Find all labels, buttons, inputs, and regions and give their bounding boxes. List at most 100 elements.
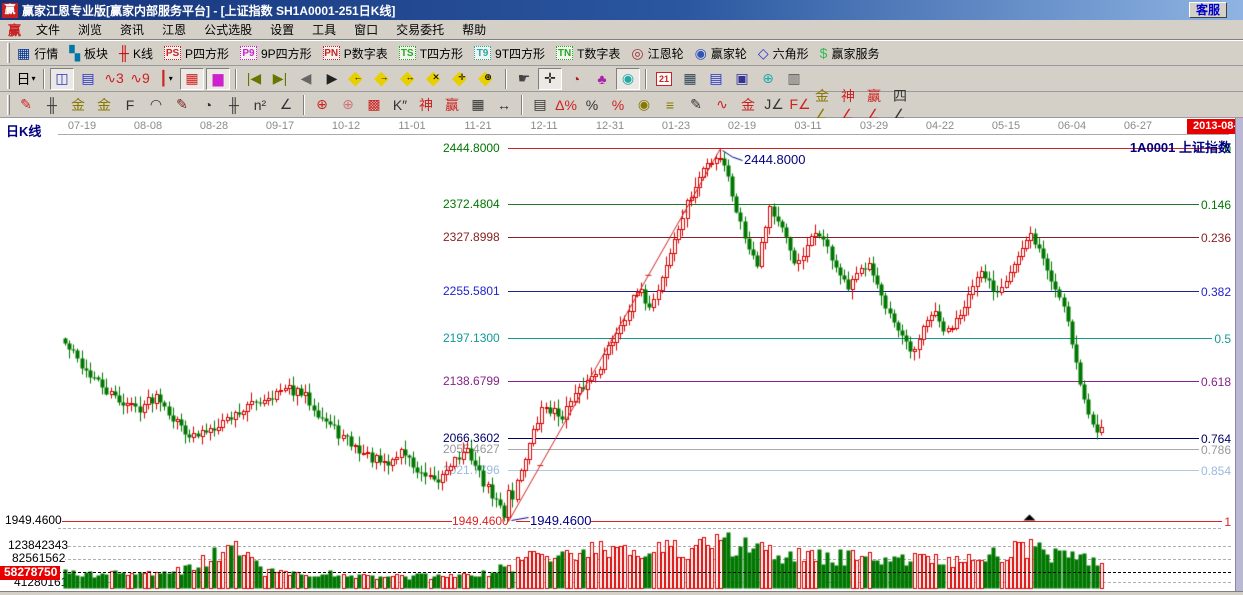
period-day-button[interactable]: 日▾ bbox=[14, 68, 38, 90]
period-day-dropdown-icon[interactable]: ▾ bbox=[31, 74, 35, 83]
last-page-button[interactable]: ▶| bbox=[268, 68, 292, 90]
gann-diamond-right-button[interactable]: ◆→ bbox=[372, 68, 396, 90]
gann-web-1-button[interactable]: ⊕ bbox=[336, 94, 360, 116]
hexagon-button[interactable]: ◇六角形 bbox=[754, 43, 816, 64]
gann-diamond-x-button[interactable]: ◆✕ bbox=[424, 68, 448, 90]
pan-hand-button[interactable]: ☛ bbox=[512, 68, 536, 90]
gold-comb-2-button[interactable]: 金 bbox=[92, 94, 116, 116]
quotes-button[interactable]: ▦行情 bbox=[13, 43, 65, 64]
histogram-button[interactable]: ▆ bbox=[206, 68, 230, 90]
range-arrow-button[interactable]: ↔ bbox=[492, 94, 516, 116]
menu-item-资讯[interactable]: 资讯 bbox=[111, 21, 153, 39]
candlestick-chart[interactable] bbox=[0, 118, 1243, 591]
p-digits-button[interactable]: PNP数字表 bbox=[319, 43, 395, 64]
winner-wheel-button[interactable]: ◉赢家轮 bbox=[691, 43, 754, 64]
k-mark-icon: K″ bbox=[393, 97, 407, 113]
gold-lines-button[interactable]: ≡ bbox=[658, 94, 682, 116]
j-angle-button[interactable]: J∠ bbox=[762, 94, 786, 116]
shen-comb-button[interactable]: 神 bbox=[414, 94, 438, 116]
shen-angle-button[interactable]: 神∠ bbox=[840, 94, 864, 116]
comb-plain-button[interactable]: ╫ bbox=[222, 94, 246, 116]
gann-diamond-cross-button[interactable]: ◆✛ bbox=[450, 68, 474, 90]
gold-lines-icon: ≡ bbox=[666, 97, 674, 113]
t-square-button[interactable]: TST四方形 bbox=[395, 43, 470, 64]
fib-comb-button[interactable]: F bbox=[118, 94, 142, 116]
first-page-button[interactable]: |◀ bbox=[242, 68, 266, 90]
info-panel-button[interactable]: ▤ bbox=[76, 68, 100, 90]
wave-button[interactable]: ∿ bbox=[710, 94, 734, 116]
ink-mark-button[interactable]: ✎ bbox=[684, 94, 708, 116]
menu-item-交易委托[interactable]: 交易委托 bbox=[387, 21, 453, 39]
draw-pen-button[interactable]: ✎ bbox=[14, 94, 38, 116]
save-disk-button[interactable]: ▣ bbox=[730, 68, 754, 90]
gann-diamond-left-button[interactable]: ◆← bbox=[346, 68, 370, 90]
zone-percent-button[interactable]: Δ% bbox=[554, 94, 578, 116]
next-page-button[interactable]: ▶ bbox=[320, 68, 344, 90]
percent-button[interactable]: % bbox=[580, 94, 604, 116]
gann-diamond-left-icon: ◆← bbox=[348, 69, 368, 89]
gold-circle-button[interactable]: ◉ bbox=[632, 94, 656, 116]
menu-item-设置[interactable]: 设置 bbox=[261, 21, 303, 39]
gold-comb-1-button[interactable]: 金 bbox=[66, 94, 90, 116]
chart-window-button[interactable]: ◫ bbox=[50, 68, 74, 90]
gold-red-lines-button[interactable]: 金 bbox=[736, 94, 760, 116]
zoom-button[interactable]: ◔ bbox=[564, 68, 588, 90]
winner-service-button[interactable]: $赢家服务 bbox=[816, 43, 887, 64]
gann-comb-button[interactable]: ╫ bbox=[40, 94, 64, 116]
time-circle-button[interactable]: ◔ bbox=[196, 94, 220, 116]
menu-item-文件[interactable]: 文件 bbox=[27, 21, 69, 39]
gann-web-2-button[interactable]: ▩ bbox=[362, 94, 386, 116]
ma-3-button[interactable]: ∿3 bbox=[102, 68, 126, 90]
menu-item-帮助[interactable]: 帮助 bbox=[453, 21, 495, 39]
sectors-button[interactable]: ▚板块 bbox=[65, 43, 115, 64]
f-angle-button[interactable]: F∠ bbox=[788, 94, 812, 116]
menu-item-公式选股[interactable]: 公式选股 bbox=[195, 21, 261, 39]
gann-diamond-lr-button[interactable]: ◆↔ bbox=[398, 68, 422, 90]
winner-service-icon: $ bbox=[820, 45, 828, 61]
gann-wheel-button[interactable]: ◎江恩轮 bbox=[627, 43, 690, 64]
menu-item-工具[interactable]: 工具 bbox=[303, 21, 345, 39]
calculator-button[interactable]: ▦ bbox=[678, 68, 702, 90]
brain-analysis-button[interactable]: ◉ bbox=[616, 68, 640, 90]
chart-window-icon: ◫ bbox=[55, 70, 68, 87]
p-square-button[interactable]: PSP四方形 bbox=[160, 43, 236, 64]
calendar-button[interactable]: 21 bbox=[652, 68, 676, 90]
crosshair-button[interactable]: ✛ bbox=[538, 68, 562, 90]
percent-line-button[interactable]: % bbox=[606, 94, 630, 116]
red-grid-button[interactable]: ▦ bbox=[180, 68, 204, 90]
candle-type-dropdown-icon[interactable]: ▾ bbox=[169, 74, 173, 83]
customer-service-button[interactable]: 客服 bbox=[1189, 2, 1227, 18]
stats-list-button[interactable]: ▤ bbox=[528, 94, 552, 116]
candle-type-button[interactable]: ┃▾ bbox=[154, 68, 178, 90]
9t-square-button[interactable]: T99T四方形 bbox=[470, 43, 552, 64]
window-bottom-border bbox=[0, 591, 1243, 595]
toolbar-separator bbox=[645, 69, 647, 89]
ying-angle-button[interactable]: 赢∠ bbox=[866, 94, 890, 116]
kline-button[interactable]: ╫K线 bbox=[115, 43, 160, 64]
net-chart-button[interactable]: ⊕ bbox=[756, 68, 780, 90]
9p-square-button[interactable]: P99P四方形 bbox=[236, 43, 319, 64]
gold-angle-button[interactable]: 金∠ bbox=[814, 94, 838, 116]
grid-123-button[interactable]: ▦ bbox=[466, 94, 490, 116]
circle-cross-button[interactable]: ⊕ bbox=[310, 94, 334, 116]
print-button[interactable]: ▥ bbox=[782, 68, 806, 90]
k-mark-button[interactable]: K″ bbox=[388, 94, 412, 116]
draw-pen-2-button[interactable]: ✎ bbox=[170, 94, 194, 116]
t-digits-button[interactable]: TNT数字表 bbox=[552, 43, 627, 64]
spiral-arc-button[interactable]: ◠ bbox=[144, 94, 168, 116]
crosshair-icon: ✛ bbox=[544, 70, 556, 87]
menu-item-浏览[interactable]: 浏览 bbox=[69, 21, 111, 39]
menu-item-窗口[interactable]: 窗口 bbox=[345, 21, 387, 39]
gann-flower-button[interactable]: ♣ bbox=[590, 68, 614, 90]
notepad-button[interactable]: ▤ bbox=[704, 68, 728, 90]
vertical-scrollbar[interactable] bbox=[1235, 118, 1243, 591]
n-square-button[interactable]: n² bbox=[248, 94, 272, 116]
angle-a-button[interactable]: ∠ bbox=[274, 94, 298, 116]
prev-page-button[interactable]: ◀ bbox=[294, 68, 318, 90]
ying-comb-button[interactable]: 赢 bbox=[440, 94, 464, 116]
time-circle-icon: ◔ bbox=[204, 97, 212, 113]
ma-9-button[interactable]: ∿9 bbox=[128, 68, 152, 90]
four-angle-button[interactable]: 四∠ bbox=[892, 94, 916, 116]
menu-item-江恩[interactable]: 江恩 bbox=[153, 21, 195, 39]
gann-diamond-star-button[interactable]: ◆⊕ bbox=[476, 68, 500, 90]
